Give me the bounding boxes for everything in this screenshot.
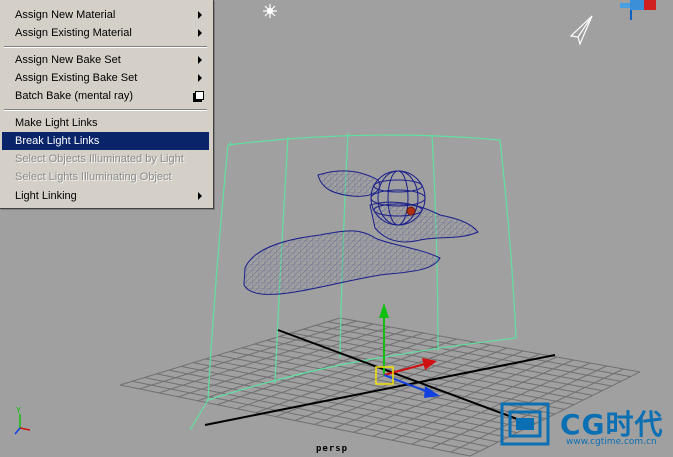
sun-icon: [263, 4, 277, 18]
menu-separator: [4, 46, 207, 48]
menu-item-label: Assign Existing Bake Set: [15, 72, 138, 84]
menu-item-assign-existing-material[interactable]: Assign Existing Material: [2, 24, 209, 42]
menu-item-label: Light Linking: [15, 190, 77, 202]
menu-item-select-objects-illuminated: Select Objects Illuminated by Light: [2, 150, 209, 168]
menu-item-label: Break Light Links: [15, 135, 100, 147]
submenu-arrow-icon: [198, 74, 202, 82]
menu-item-label: Batch Bake (mental ray): [15, 90, 133, 102]
menu-item-break-light-links[interactable]: Break Light Links: [2, 132, 209, 150]
submenu-arrow-icon: [198, 56, 202, 64]
menu-item-select-lights-illuminating: Select Lights Illuminating Object: [2, 168, 209, 186]
menu-item-assign-existing-bake-set[interactable]: Assign Existing Bake Set: [2, 69, 209, 87]
svg-text:Y: Y: [15, 406, 21, 415]
paper-plane-icon: [569, 15, 593, 46]
submenu-arrow-icon: [198, 29, 202, 37]
menu-item-label: Assign Existing Material: [15, 27, 132, 39]
menu-item-batch-bake[interactable]: Batch Bake (mental ray): [2, 87, 209, 105]
submenu-arrow-icon: [198, 11, 202, 19]
menu-item-label: Make Light Links: [15, 117, 98, 129]
view-cube-icon: [620, 0, 656, 20]
grid-line: [327, 321, 631, 378]
watermark-url: www.cgtime.com.cn: [566, 437, 657, 447]
axis-indicator-icon: Y: [14, 406, 31, 435]
camera-label: persp: [316, 444, 349, 454]
menu-item-label: Assign New Bake Set: [15, 54, 121, 66]
menu-item-make-light-links[interactable]: Make Light Links: [2, 114, 209, 132]
light-point: [406, 206, 416, 216]
menu-item-label: Assign New Material: [15, 9, 116, 21]
menu-item-assign-new-bake-set[interactable]: Assign New Bake Set: [2, 51, 209, 69]
menu-item-light-linking[interactable]: Light Linking: [2, 187, 209, 205]
submenu-arrow-icon: [198, 192, 202, 200]
menu-item-assign-new-material[interactable]: Assign New Material: [2, 6, 209, 24]
logo-mark: [500, 402, 550, 446]
option-box-icon[interactable]: [195, 91, 204, 100]
wireframe-creature: [243, 170, 479, 295]
menu-separator: [4, 109, 207, 111]
menu-item-label: Select Objects Illuminated by Light: [15, 153, 184, 165]
context-menu: Assign New Material Assign Existing Mate…: [0, 0, 214, 209]
menu-item-label: Select Lights Illuminating Object: [15, 171, 172, 183]
